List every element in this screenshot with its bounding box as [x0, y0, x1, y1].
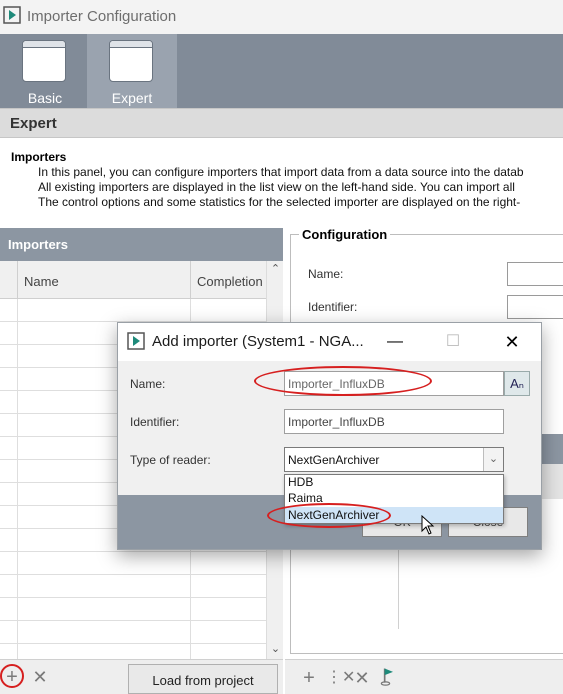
table-header: Name Completion [0, 261, 266, 299]
configuration-legend: Configuration [299, 227, 391, 242]
table-row[interactable] [0, 598, 266, 621]
dropdown-option-hdb[interactable]: HDB [285, 474, 503, 490]
importers-header: Importers [0, 228, 283, 261]
configuration-toolbar: + ⋮✕ ✕ [285, 659, 563, 694]
config-name-field[interactable] [507, 262, 563, 286]
window-icon [22, 40, 66, 82]
table-row[interactable] [0, 575, 266, 598]
name-label: Name: [130, 377, 166, 391]
remove-selected-icon[interactable]: ⋮✕ [326, 668, 355, 688]
table-row[interactable] [0, 552, 266, 575]
reader-type-value: NextGenArchiver [288, 453, 380, 467]
window-title: Importer Configuration [27, 8, 177, 25]
config-identifier-field[interactable] [507, 295, 563, 319]
flag-icon[interactable] [378, 666, 398, 686]
dialog-title-bar: Add importer (System1 - NGA... — ☐ ✕ [118, 323, 541, 361]
description-line: In this panel, you can configure importe… [38, 165, 524, 179]
importers-header-label: Importers [8, 237, 68, 252]
mouse-cursor-icon [421, 515, 435, 535]
app-icon [3, 6, 21, 24]
identifier-field[interactable]: Importer_InfluxDB [284, 409, 504, 434]
window-icon [109, 40, 153, 82]
column-header-name[interactable]: Name [17, 261, 190, 299]
basic-view-button[interactable]: Basic [0, 34, 90, 108]
reader-type-label: Type of reader: [130, 453, 211, 467]
expert-view-button[interactable]: Expert [87, 34, 177, 108]
reader-type-select[interactable]: NextGenArchiver ⌄ [284, 447, 504, 472]
description-heading: Importers [11, 150, 67, 164]
section-title: Expert [10, 115, 57, 132]
section-header: Expert [0, 108, 563, 138]
description-line: All existing importers are displayed in … [38, 180, 515, 194]
description-line: The control options and some statistics … [38, 195, 521, 209]
scroll-down-icon[interactable]: ⌄ [267, 641, 283, 658]
description-panel: Importers In this panel, you can configu… [0, 139, 563, 225]
delete-icon[interactable]: ✕ [352, 668, 372, 688]
chevron-down-icon[interactable]: ⌄ [483, 448, 503, 471]
maximize-icon: ☐ [445, 333, 461, 350]
scroll-up-icon[interactable]: ⌃ [267, 261, 283, 278]
config-identifier-label: Identifier: [308, 300, 358, 314]
config-name-label: Name: [308, 267, 344, 281]
minimize-icon[interactable]: — [380, 329, 410, 355]
annotation-oval-name [254, 366, 432, 396]
load-from-project-button[interactable]: Load from project [128, 664, 278, 694]
annotation-oval-reader [267, 503, 391, 528]
table-row[interactable] [0, 621, 266, 644]
add-icon[interactable]: + [299, 668, 319, 688]
main-title-bar: Importer Configuration [0, 0, 563, 34]
annotation-circle-add [0, 664, 24, 688]
delete-icon[interactable]: ✕ [30, 667, 50, 687]
close-icon[interactable]: ✕ [497, 329, 527, 355]
column-header-completion[interactable]: Completion [190, 261, 266, 299]
app-icon [127, 332, 145, 350]
identifier-label: Identifier: [130, 415, 180, 429]
table-row[interactable] [0, 299, 266, 322]
expert-view-label: Expert [111, 90, 153, 106]
translate-icon[interactable]: Aₙ [504, 371, 530, 396]
basic-view-label: Basic [27, 90, 63, 106]
view-mode-bar: Basic Expert [0, 34, 563, 108]
dialog-title: Add importer (System1 - NGA... [152, 333, 364, 350]
